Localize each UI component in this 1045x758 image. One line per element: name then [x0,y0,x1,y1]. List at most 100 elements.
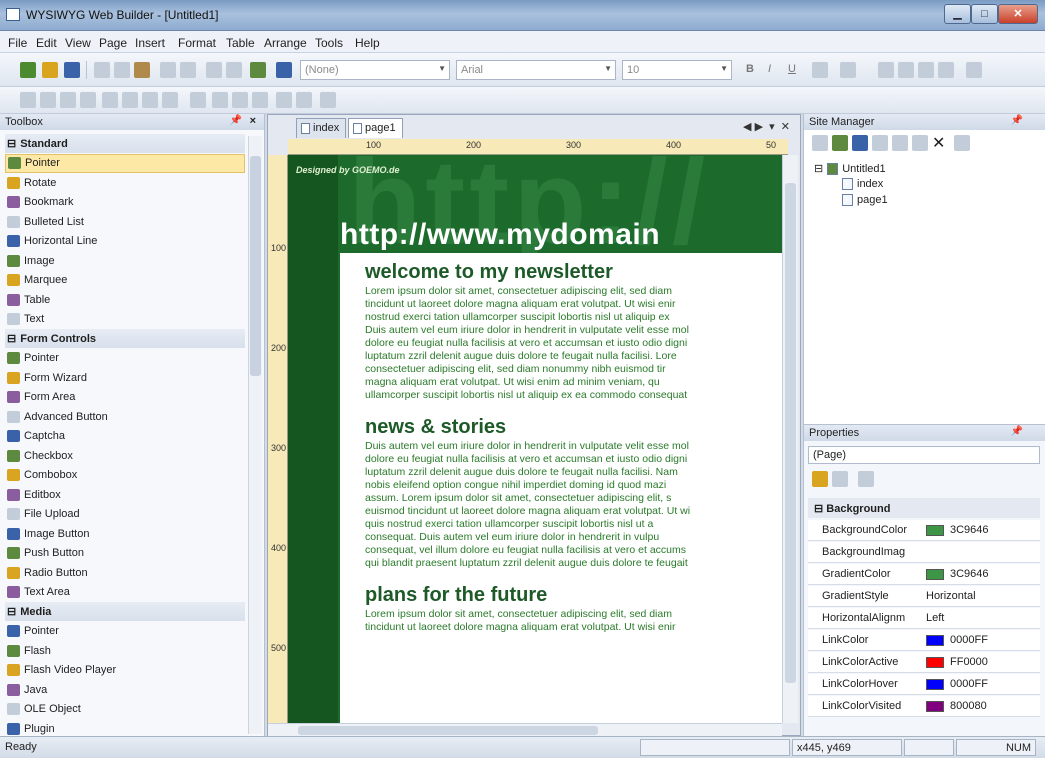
maximize-button[interactable]: □ [971,4,998,24]
delete-icon[interactable]: ✕ [932,133,945,153]
menu-tools[interactable]: Tools [315,36,343,50]
property-row[interactable]: GradientStyle Horizontal [808,586,1040,607]
toolbox-item[interactable]: Editbox [5,485,245,504]
property-row[interactable]: LinkColorHover 0000FF [808,674,1040,695]
toolbox-item[interactable]: Horizontal Line [5,232,245,251]
justify-icon[interactable] [938,62,954,78]
move-icon[interactable] [232,92,248,108]
menu-table[interactable]: Table [226,36,255,50]
sort-alpha-icon[interactable] [832,471,848,487]
toolbox-item[interactable]: OLE Object [5,700,245,719]
toolbox-item[interactable]: Combobox [5,466,245,485]
content-section[interactable]: welcome to my newsletter Lorem ipsum dolo… [365,261,782,402]
property-row[interactable]: HorizontalAlignm Left [808,608,1040,629]
object-selector[interactable]: (Page) [808,446,1040,464]
special-char-icon[interactable] [226,62,242,78]
underline-button[interactable]: U [788,63,796,75]
font-combo[interactable]: Arial ▼ [456,60,616,80]
toolbox-item[interactable]: Form Area [5,388,245,407]
clone-icon[interactable] [912,135,928,151]
same-width-icon[interactable] [102,92,118,108]
layer-icon[interactable] [296,92,312,108]
toolbox-item[interactable]: Push Button [5,544,245,563]
align-center-icon[interactable] [898,62,914,78]
toolbox-group[interactable]: ⊟ Media [5,602,245,621]
grid-icon[interactable] [320,92,336,108]
content-section[interactable]: news & stories Duis autem vel eum iriure … [365,416,782,570]
close-button[interactable]: ✕ [998,4,1038,24]
pin-icon[interactable]: 📌 [230,115,242,126]
italic-button[interactable]: I [768,63,771,75]
toolbox-item[interactable]: Flash [5,641,245,660]
toolbox-item[interactable]: Text Area [5,583,245,602]
toolbox-item[interactable]: Bookmark [5,193,245,212]
menu-insert[interactable]: Insert [135,36,165,50]
page-properties-icon[interactable] [852,135,868,151]
toolbox-group[interactable]: ⊟ Standard [5,134,245,153]
toolbox-item[interactable]: Text [5,310,245,329]
save-icon[interactable] [64,62,80,78]
menu-view[interactable]: View [65,36,91,50]
toolbox-scrollbar[interactable] [248,136,262,734]
toolbox-item[interactable]: Flash Video Player [5,661,245,680]
highlight-icon[interactable] [840,62,856,78]
menu-format[interactable]: Format [178,36,216,50]
toolbox-item[interactable]: Radio Button [5,563,245,582]
toolbox-item[interactable]: Captcha [5,427,245,446]
minimize-button[interactable]: ▁ [944,4,971,24]
property-value[interactable]: 800080 [926,700,987,712]
web-icon[interactable] [20,62,36,78]
tree-item-page1[interactable]: page1 [842,194,888,206]
scrollbar-thumb[interactable] [250,156,261,376]
property-category[interactable]: ⊟ Background [808,498,1040,518]
tab-index[interactable]: index [296,118,347,138]
property-value[interactable]: 3C9646 [926,568,989,580]
toolbox-item[interactable]: Bulleted List [5,212,245,231]
size-combo[interactable]: 10 ▼ [622,60,732,80]
menu-help[interactable]: Help [355,36,380,50]
same-size-icon[interactable] [142,92,158,108]
designed-by-label[interactable]: Designed by GOEMO.de [296,165,400,175]
align-left-icon[interactable] [878,62,894,78]
undo-icon[interactable] [160,62,176,78]
open-icon[interactable] [42,62,58,78]
menu-file[interactable]: File [8,36,27,50]
group-icon[interactable] [252,92,268,108]
order-icon[interactable] [276,92,292,108]
space-icon[interactable] [162,92,178,108]
domain-heading[interactable]: http://www.mydomain [340,218,660,252]
menu-page[interactable]: Page [99,36,127,50]
toolbox-group[interactable]: ⊟ Form Controls [5,329,245,348]
toolbox-item[interactable]: Java [5,680,245,699]
editor-horizontal-scrollbar[interactable] [268,723,782,736]
font-color-icon[interactable] [812,62,828,78]
rotate-tool-icon[interactable] [190,92,206,108]
page-canvas[interactable]: http:// Designed by GOEMO.de http://www.… [288,155,782,723]
menu-edit[interactable]: Edit [36,36,57,50]
rename-icon[interactable] [872,135,888,151]
property-value[interactable]: Horizontal [926,590,976,602]
align-objects-icon[interactable] [20,92,36,108]
content-area[interactable]: welcome to my newsletter Lorem ipsum dolo… [340,253,782,723]
new-page-icon[interactable] [812,135,828,151]
preview-icon[interactable] [250,62,266,78]
toolbox-item[interactable]: Rotate [5,173,245,192]
property-row[interactable]: BackgroundColor 3C9646 [808,520,1040,541]
property-row[interactable]: LinkColorActive FF0000 [808,652,1040,673]
property-pages-icon[interactable] [858,471,874,487]
categorized-icon[interactable] [812,471,828,487]
tab-page1[interactable]: page1 [348,118,403,138]
cut-icon[interactable] [94,62,110,78]
toolbox-item[interactable]: Marquee [5,271,245,290]
pin-icon[interactable]: 📌 [1011,115,1023,126]
bold-button[interactable]: B [746,63,754,75]
toolbox-item[interactable]: Table [5,290,245,309]
property-value[interactable]: Left [926,612,944,624]
close-icon[interactable]: × [250,115,256,127]
toolbox-item[interactable]: Pointer [5,153,245,173]
pin-icon[interactable]: 📌 [1011,426,1023,437]
refresh-icon[interactable] [954,135,970,151]
tab-nav-controls[interactable]: ◀ ▶ ▾ ✕ [743,120,790,133]
redo-icon[interactable] [180,62,196,78]
property-value[interactable]: FF0000 [926,656,988,668]
